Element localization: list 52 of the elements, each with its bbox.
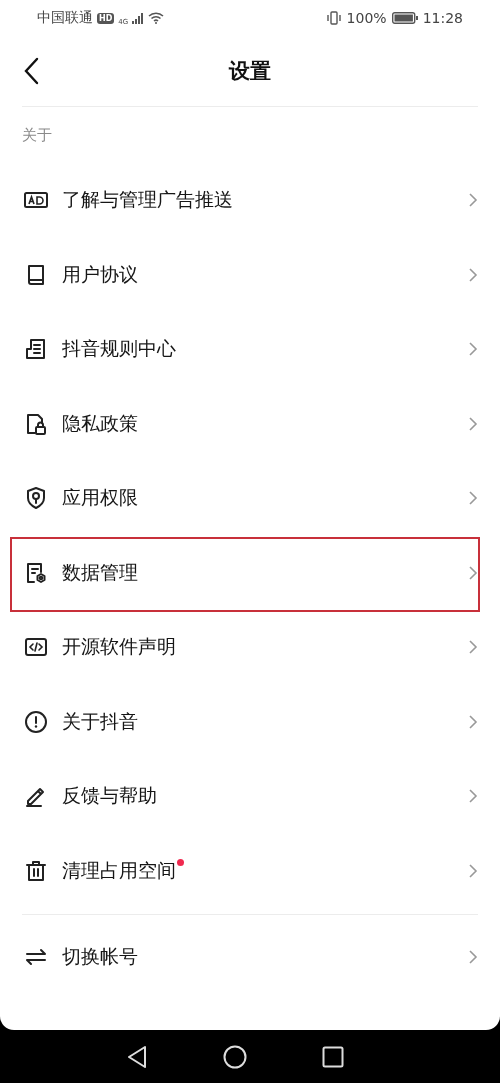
item-label: 了解与管理广告推送 bbox=[62, 187, 233, 213]
settings-item[interactable]: 切换帐号 bbox=[0, 920, 500, 995]
chevron-icon bbox=[468, 341, 478, 358]
trash-icon bbox=[24, 858, 48, 883]
recents-nav-button[interactable] bbox=[322, 1045, 344, 1068]
item-label: 隐私政策 bbox=[62, 410, 138, 436]
settings-item[interactable]: 反馈与帮助 bbox=[0, 759, 500, 834]
chevron-icon bbox=[468, 192, 478, 209]
item-label: 数据管理 bbox=[62, 559, 138, 585]
chevron-icon bbox=[468, 862, 478, 879]
document-gear-icon bbox=[24, 560, 48, 585]
chevron-icon bbox=[468, 490, 478, 507]
home-nav-button[interactable] bbox=[223, 1044, 247, 1069]
settings-item[interactable]: 应用权限 bbox=[0, 461, 500, 536]
battery-percent: 100% bbox=[346, 10, 387, 26]
chevron-icon bbox=[468, 415, 478, 432]
settings-item[interactable]: 隐私政策 bbox=[0, 386, 500, 461]
chevron-icon bbox=[468, 788, 478, 805]
shield-icon bbox=[24, 486, 48, 511]
item-label: 抖音规则中心 bbox=[62, 336, 176, 362]
page-title: 设置 bbox=[229, 58, 271, 85]
hd-badge: HD bbox=[97, 12, 115, 24]
item-label: 清理占用空间 bbox=[62, 857, 176, 884]
item-label: 切换帐号 bbox=[62, 944, 138, 970]
item-label: 应用权限 bbox=[62, 485, 138, 511]
chevron-icon bbox=[468, 639, 478, 656]
settings-item[interactable]: 了解与管理广告推送 bbox=[0, 163, 500, 238]
settings-item[interactable]: 关于抖音 bbox=[0, 684, 500, 759]
battery-icon bbox=[391, 12, 418, 24]
item-label: 反馈与帮助 bbox=[62, 783, 157, 809]
item-label: 开源软件声明 bbox=[62, 634, 176, 660]
chevron-icon bbox=[468, 949, 478, 966]
vibrate-icon bbox=[325, 11, 342, 25]
carrier-name: 中国联通 bbox=[37, 9, 93, 27]
section-label: 关于 bbox=[22, 125, 52, 145]
back-nav-button[interactable] bbox=[126, 1044, 148, 1069]
item-label: 关于抖音 bbox=[62, 708, 138, 734]
chevron-icon bbox=[468, 266, 478, 283]
document-icon bbox=[24, 337, 48, 362]
signal-icon bbox=[132, 12, 145, 24]
settings-item[interactable]: 抖音规则中心 bbox=[0, 312, 500, 387]
settings-item[interactable]: 开源软件声明 bbox=[0, 610, 500, 685]
document-lock-icon bbox=[24, 411, 48, 436]
chevron-icon bbox=[468, 713, 478, 730]
item-label: 用户协议 bbox=[62, 261, 138, 287]
chevron-icon bbox=[468, 564, 478, 581]
settings-item[interactable]: 数据管理 bbox=[0, 535, 500, 610]
settings-item[interactable]: 用户协议 bbox=[0, 237, 500, 312]
clock-time: 11:28 bbox=[422, 10, 463, 26]
alert-icon bbox=[24, 709, 48, 734]
settings-item[interactable]: 清理占用空间 bbox=[0, 833, 500, 908]
wifi-icon bbox=[148, 12, 165, 24]
